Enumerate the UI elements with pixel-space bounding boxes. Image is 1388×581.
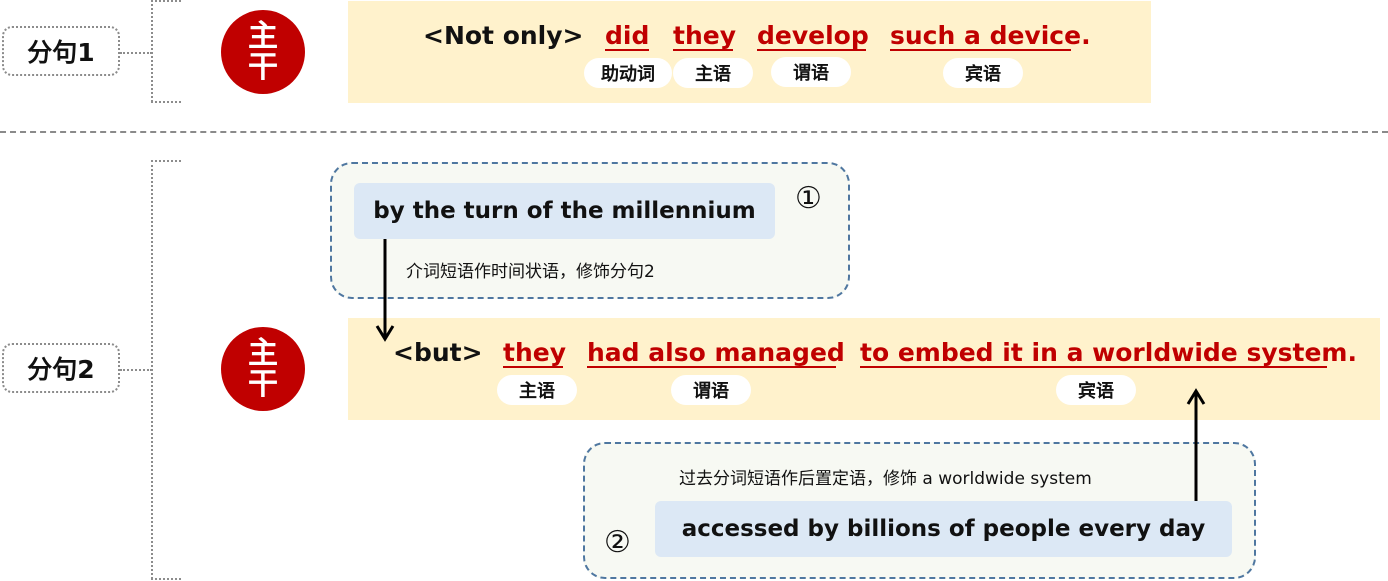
down-arrow-icon <box>375 239 395 342</box>
up-arrow-icon <box>1186 388 1206 501</box>
arrows-layer <box>375 239 1206 501</box>
